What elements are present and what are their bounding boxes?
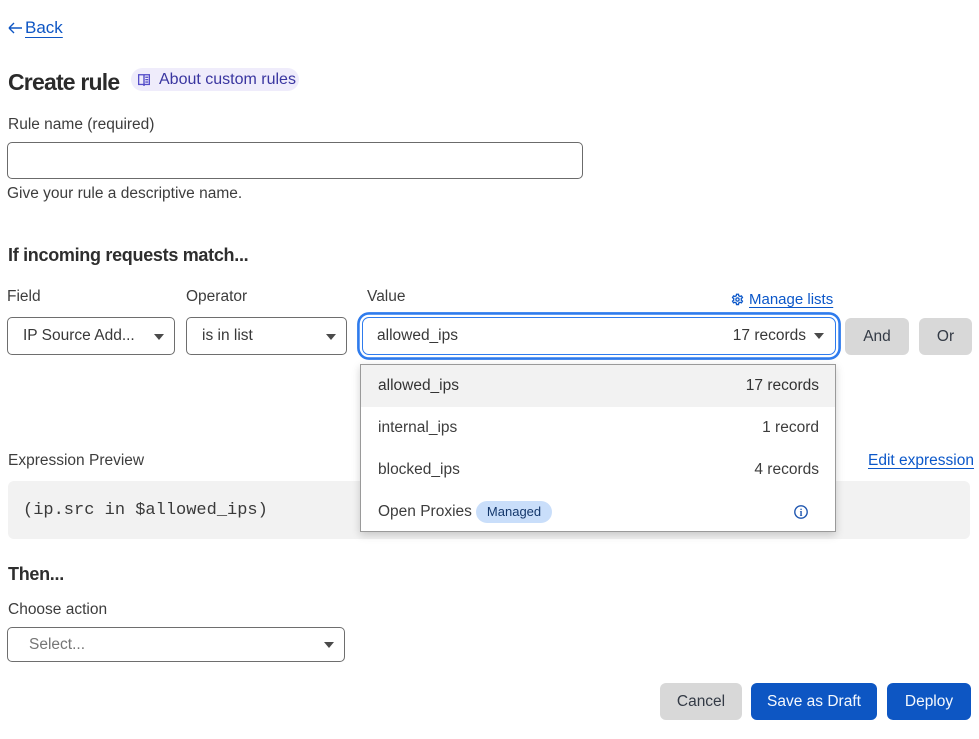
svg-text:i: i	[800, 508, 803, 519]
